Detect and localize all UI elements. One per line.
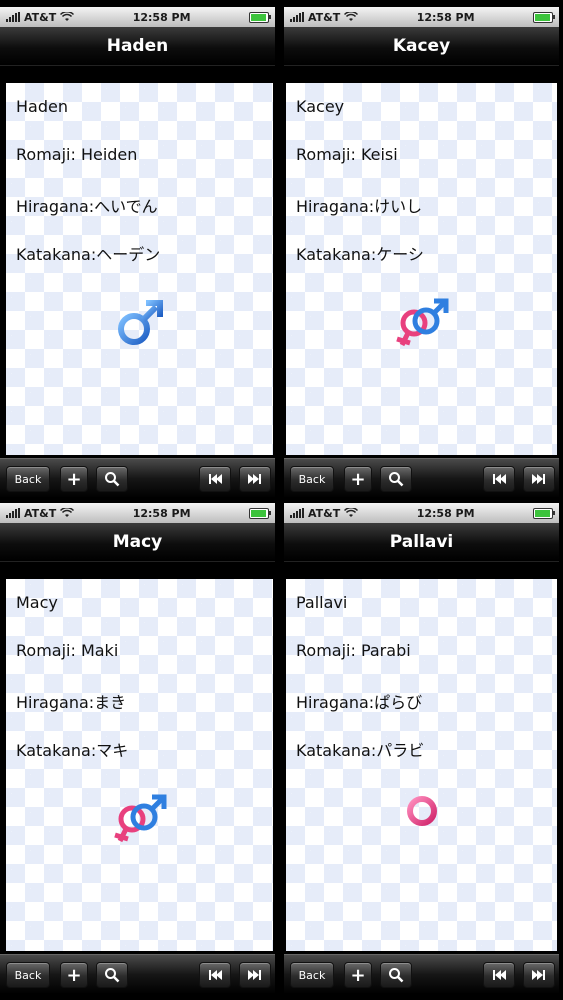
battery-icon: [249, 11, 271, 23]
back-button[interactable]: Back: [6, 466, 50, 492]
wifi-icon: [344, 12, 359, 21]
back-button[interactable]: Back: [290, 962, 334, 988]
bottom-toolbar: Back +: [284, 458, 559, 497]
skip-forward-icon: [532, 970, 545, 980]
katakana-text: Katakana:ケーシ: [296, 245, 424, 264]
skip-forward-icon: [248, 970, 261, 980]
back-button[interactable]: Back: [6, 962, 50, 988]
hiragana-text: Hiragana:へいでん: [16, 197, 158, 216]
clock: 12:58 PM: [132, 10, 191, 24]
name-detail-card: Macy Romaji: Maki Hiragana:まき Katakana:マ…: [6, 579, 273, 951]
search-button[interactable]: [96, 962, 128, 988]
add-button[interactable]: +: [60, 962, 88, 988]
carrier-label: AT&T: [24, 10, 57, 24]
name-detail-card: Pallavi Romaji: Parabi Hiragana:ぱらび Kata…: [286, 579, 557, 951]
first-button[interactable]: [483, 466, 515, 492]
clock: 12:58 PM: [416, 506, 475, 520]
wifi-icon: [60, 508, 75, 517]
phone-screen-pallavi: AT&T 12:58 PM Pallavi Pallavi Romaji: Pa…: [284, 503, 559, 993]
battery-icon: [533, 507, 555, 519]
carrier-label: AT&T: [24, 506, 57, 520]
hiragana-text: Hiragana:けいし: [296, 197, 423, 216]
last-button[interactable]: [239, 466, 271, 492]
katakana-text: Katakana:パラビ: [296, 741, 425, 760]
nav-title: Pallavi: [284, 523, 559, 562]
clock: 12:58 PM: [132, 506, 191, 520]
bottom-toolbar: Back +: [0, 458, 275, 497]
search-icon: [389, 472, 404, 487]
bottom-toolbar: Back +: [284, 954, 559, 993]
last-button[interactable]: [523, 962, 555, 988]
signal-icon: [290, 12, 304, 22]
wifi-icon: [344, 508, 359, 517]
female-gender-icon: [406, 796, 437, 845]
add-button[interactable]: +: [344, 962, 372, 988]
name-text: Macy: [16, 593, 58, 612]
clock: 12:58 PM: [416, 10, 475, 24]
status-bar: AT&T 12:58 PM: [284, 503, 559, 523]
search-button[interactable]: [380, 962, 412, 988]
last-button[interactable]: [523, 466, 555, 492]
skip-back-icon: [209, 970, 222, 980]
hiragana-text: Hiragana:ぱらび: [296, 693, 423, 712]
battery-icon: [249, 507, 271, 519]
skip-forward-icon: [248, 474, 261, 484]
name-text: Haden: [16, 97, 68, 116]
nav-title: Macy: [0, 523, 275, 562]
signal-icon: [290, 508, 304, 518]
add-button[interactable]: +: [60, 466, 88, 492]
battery-icon: [533, 11, 555, 23]
male-gender-icon: [117, 300, 163, 345]
romaji-text: Romaji: Keisi: [296, 145, 398, 164]
name-text: Kacey: [296, 97, 345, 116]
katakana-text: Katakana:ヘーデン: [16, 245, 161, 264]
phone-screen-kacey: AT&T 12:58 PM Kacey Kacey Romaji: Keisi …: [284, 7, 559, 497]
skip-back-icon: [493, 970, 506, 980]
first-button[interactable]: [199, 962, 231, 988]
nav-title: Haden: [0, 27, 275, 66]
search-button[interactable]: [96, 466, 128, 492]
first-button[interactable]: [199, 466, 231, 492]
first-button[interactable]: [483, 962, 515, 988]
phone-screen-macy: AT&T 12:58 PM Macy Macy Romaji: Maki Hir…: [0, 503, 275, 993]
carrier-label: AT&T: [308, 10, 341, 24]
phone-screen-haden: AT&T 12:58 PM Haden Haden Romaji: Heiden…: [0, 7, 275, 497]
search-icon: [105, 968, 120, 983]
status-bar: AT&T 12:58 PM: [0, 503, 275, 523]
signal-icon: [6, 508, 20, 518]
skip-forward-icon: [532, 474, 545, 484]
hiragana-text: Hiragana:まき: [16, 693, 127, 712]
romaji-text: Romaji: Heiden: [16, 145, 138, 164]
bottom-toolbar: Back +: [0, 954, 275, 993]
search-button[interactable]: [380, 466, 412, 492]
name-text: Pallavi: [296, 593, 348, 612]
carrier-label: AT&T: [308, 506, 341, 520]
skip-back-icon: [493, 474, 506, 484]
screenshot-grid: AT&T 12:58 PM Haden Haden Romaji: Heiden…: [0, 0, 563, 1000]
search-icon: [389, 968, 404, 983]
unisex-gender-icon: [113, 794, 166, 843]
romaji-text: Romaji: Maki: [16, 641, 119, 660]
signal-icon: [6, 12, 20, 22]
last-button[interactable]: [239, 962, 271, 988]
romaji-text: Romaji: Parabi: [296, 641, 411, 660]
name-detail-card: Haden Romaji: Heiden Hiragana:へいでん Katak…: [6, 83, 273, 455]
unisex-gender-icon: [395, 298, 448, 347]
status-bar: AT&T 12:58 PM: [0, 7, 275, 27]
nav-title: Kacey: [284, 27, 559, 66]
search-icon: [105, 472, 120, 487]
back-button[interactable]: Back: [290, 466, 334, 492]
name-detail-card: Kacey Romaji: Keisi Hiragana:けいし Katakan…: [286, 83, 557, 455]
status-bar: AT&T 12:58 PM: [284, 7, 559, 27]
wifi-icon: [60, 12, 75, 21]
skip-back-icon: [209, 474, 222, 484]
add-button[interactable]: +: [344, 466, 372, 492]
katakana-text: Katakana:マキ: [16, 741, 129, 760]
